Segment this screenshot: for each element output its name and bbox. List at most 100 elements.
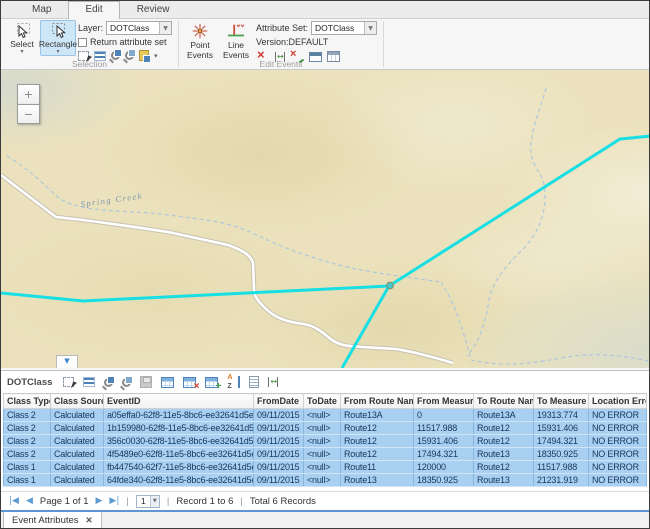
layer-dropdown-value: DOTClass (107, 22, 159, 34)
return-attribute-set-label: Return attribute set (90, 37, 167, 47)
table-row[interactable]: Class 1Calculated64fde340-62f8-11e5-8bc6… (4, 474, 647, 487)
table-cell: 09/11/2015 (254, 409, 304, 422)
table-cell: Calculated (51, 474, 104, 487)
table-cell: Class 2 (4, 448, 51, 461)
column-header[interactable]: From Route Name (341, 394, 414, 409)
remove-records-icon[interactable] (183, 377, 196, 388)
creek-label: Spring Creek (80, 190, 144, 209)
page-number-value: 1 (137, 496, 150, 507)
table-cell: 09/11/2015 (254, 422, 304, 435)
selection-list-icon[interactable] (83, 377, 95, 387)
tab-event-attributes[interactable]: Event Attributes ✕ (3, 512, 102, 529)
zoom-to-selection-icon[interactable] (104, 378, 113, 387)
table-cell: a05effa0-62f8-11e5-8bc6-ee32641d5ec9 (104, 409, 254, 422)
table-cell: 15931.406 (414, 435, 474, 448)
chevron-down-icon[interactable]: ▼ (150, 496, 159, 507)
column-header[interactable]: To Route Name (474, 394, 534, 409)
table-cell: <null> (304, 461, 341, 474)
line-events-button[interactable]: Line Events (218, 20, 254, 62)
table-cell: 11517.988 (414, 422, 474, 435)
layer-dropdown[interactable]: DOTClass ▼ (106, 21, 172, 35)
table-cell: Route12 (341, 422, 414, 435)
table-cell: Class 2 (4, 422, 51, 435)
save-icon[interactable] (140, 376, 152, 388)
table-cell: 15931.406 (534, 422, 589, 435)
pan-to-selection-icon[interactable] (122, 378, 131, 387)
layer-label: Layer: (78, 23, 103, 33)
line-events-icon (225, 22, 247, 40)
table-cell: Calculated (51, 422, 104, 435)
page-indicator: Page 1 of 1 (40, 496, 89, 507)
route-junction-marker[interactable] (387, 282, 394, 289)
select-by-rectangle-icon[interactable] (63, 377, 74, 387)
column-header[interactable]: To Measure (534, 394, 589, 409)
zoom-in-button[interactable]: + (17, 84, 40, 104)
table-cell: Calculated (51, 461, 104, 474)
table-cell: <null> (304, 435, 341, 448)
table-cell: Class 2 (4, 435, 51, 448)
table-cell: 09/11/2015 (254, 461, 304, 474)
column-header[interactable]: ToDate (304, 394, 341, 409)
table-cell: Calculated (51, 435, 104, 448)
point-events-label: Point Events (184, 40, 216, 60)
first-page-icon[interactable]: |◀ (9, 496, 19, 506)
table-row[interactable]: Class 2Calculateda05effa0-62f8-11e5-8bc6… (4, 409, 647, 422)
bottom-tab-strip: Event Attributes ✕ (1, 510, 650, 529)
tab-event-attributes-label: Event Attributes (12, 515, 79, 526)
tab-review[interactable]: Review (120, 1, 187, 18)
selection-group-label: Selection (1, 59, 178, 69)
return-attribute-set-checkbox[interactable] (78, 38, 87, 47)
column-header[interactable]: Class Source (51, 394, 104, 409)
table-cell: Route12 (341, 435, 414, 448)
rectangle-tool-button[interactable]: Rectangle ▾ (40, 20, 76, 56)
map-canvas[interactable]: Spring Creek + − ▼ (1, 70, 650, 368)
table-cell: Route11 (341, 461, 414, 474)
column-header[interactable]: Class Type (4, 394, 51, 409)
rectangle-tool-caret-icon[interactable]: ▾ (56, 49, 59, 54)
zoom-out-button[interactable]: − (17, 104, 40, 124)
add-records-icon[interactable] (205, 377, 218, 388)
table-cell: 64fde340-62f8-11e5-8bc6-ee32641d5ec9 (104, 474, 254, 487)
sort-icon[interactable] (227, 376, 240, 388)
column-header[interactable]: EventID (104, 394, 254, 409)
point-events-button[interactable]: Point Events (182, 20, 218, 62)
table-cell: 17494.321 (534, 435, 589, 448)
page-number-dropdown[interactable]: 1 ▼ (136, 495, 160, 508)
column-header[interactable]: From Measure (414, 394, 474, 409)
panel-toolbar-icons (63, 376, 278, 388)
table-cell: Class 1 (4, 474, 51, 487)
select-tool-button[interactable]: Select ▾ (4, 20, 40, 56)
chevron-down-icon[interactable]: ▼ (364, 22, 376, 34)
select-tool-caret-icon[interactable]: ▾ (20, 49, 23, 54)
tab-edit[interactable]: Edit (68, 1, 119, 19)
table-cell: Route12 (341, 448, 414, 461)
table-row[interactable]: Class 2Calculated356c0030-62f8-11e5-8bc6… (4, 435, 647, 448)
creek-lines (7, 88, 649, 364)
measure-offset-icon[interactable] (268, 377, 278, 387)
table-cell: 356c0030-62f8-11e5-8bc6-ee32641d5ec9 (104, 435, 254, 448)
table-row[interactable]: Class 1Calculatedfb447540-62f7-11e5-8bc6… (4, 461, 647, 474)
table-cell: 09/11/2015 (254, 474, 304, 487)
route-line-northeast (389, 136, 650, 286)
last-page-icon[interactable]: ▶| (109, 496, 119, 506)
next-page-icon[interactable]: ▶ (96, 496, 103, 506)
table-cell: Route12 (474, 461, 534, 474)
close-icon[interactable]: ✕ (86, 515, 93, 526)
map-graphics: Spring Creek (1, 70, 650, 368)
attribute-table-icon[interactable] (161, 377, 174, 388)
table-cell: 09/11/2015 (254, 435, 304, 448)
column-header[interactable]: Location Error (589, 394, 647, 409)
edit-events-group-label: Edit Events (179, 59, 383, 69)
form-view-icon[interactable] (249, 376, 259, 388)
table-row[interactable]: Class 2Calculated1b159980-62f8-11e5-8bc6… (4, 422, 647, 435)
table-cell: Route13 (474, 448, 534, 461)
table-row[interactable]: Class 2Calculated4f5489e0-62f8-11e5-8bc6… (4, 448, 647, 461)
tab-map[interactable]: Map (15, 1, 68, 18)
column-header[interactable]: FromDate (254, 394, 304, 409)
chevron-down-icon[interactable]: ▼ (159, 22, 171, 34)
previous-page-icon[interactable]: ◀ (26, 496, 33, 506)
attribute-set-dropdown[interactable]: DOTClass ▼ (311, 21, 377, 35)
panel-collapse-button[interactable]: ▼ (56, 355, 78, 368)
route-line-west (1, 286, 389, 301)
table-cell: 4f5489e0-62f8-11e5-8bc6-ee32641d5ec9 (104, 448, 254, 461)
